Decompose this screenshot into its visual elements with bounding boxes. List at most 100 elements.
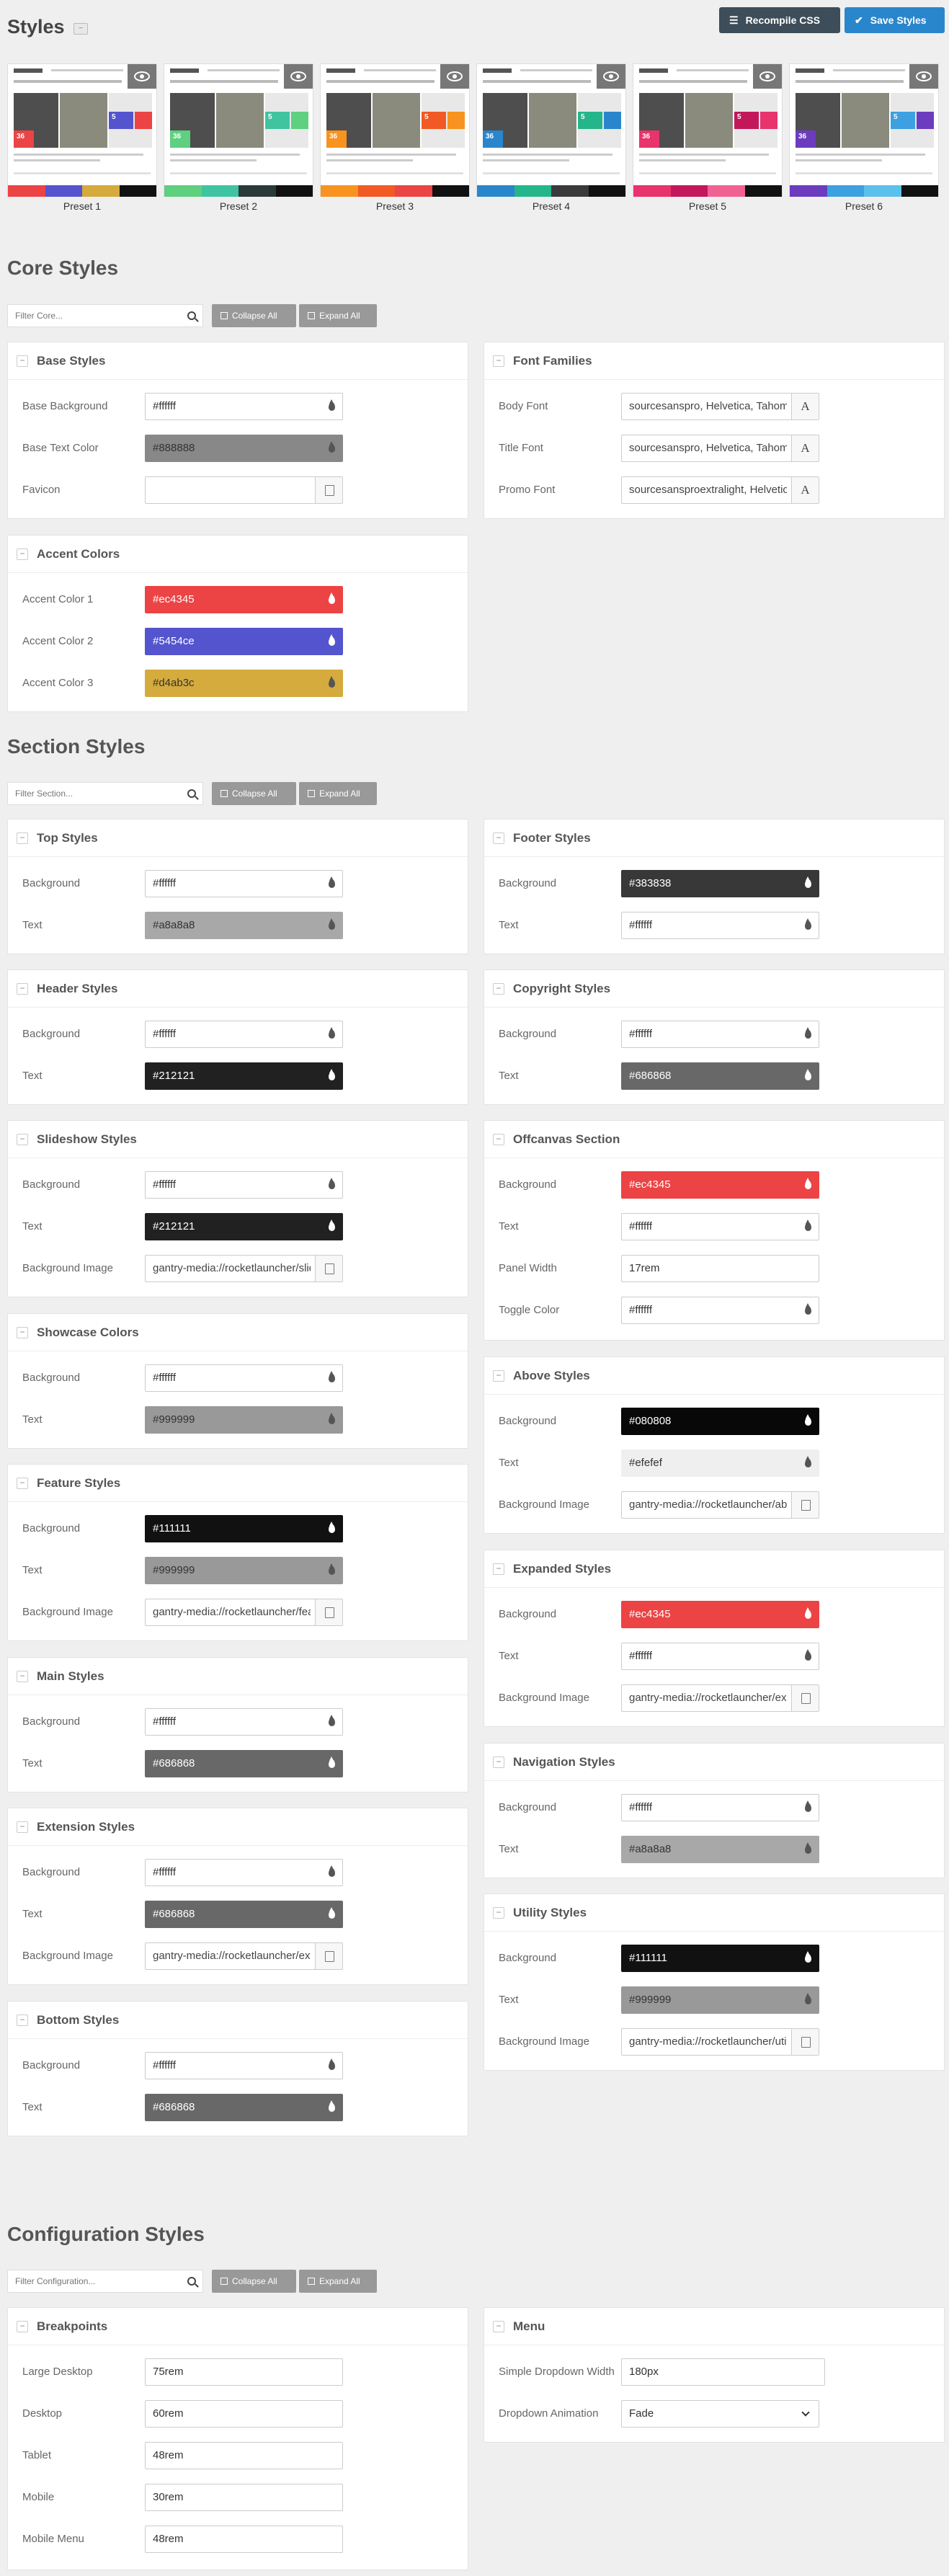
collapse-icon[interactable]: −: [493, 1563, 504, 1575]
collapse-icon[interactable]: −: [17, 1478, 28, 1489]
preset-thumbnail[interactable]: 36 5: [789, 63, 939, 197]
color-drop-icon[interactable]: [805, 1027, 811, 1039]
color-picker[interactable]: #efefef: [621, 1449, 819, 1477]
recompile-css-button[interactable]: ☰ Recompile CSS: [719, 7, 840, 33]
text-input[interactable]: 75rem: [145, 2358, 343, 2386]
core-collapse-all-button[interactable]: Collapse All: [212, 304, 296, 327]
font-picker[interactable]: sourcesanspro, Helvetica, Tahoma, Geneva…: [621, 393, 819, 420]
color-drop-icon[interactable]: [805, 876, 811, 888]
filter-configuration-input[interactable]: [8, 2270, 179, 2292]
font-picker[interactable]: sourcesanspro, Helvetica, Tahoma, Geneva…: [621, 435, 819, 462]
color-picker[interactable]: #ffffff: [145, 1364, 343, 1392]
panel-header[interactable]: − Main Styles: [8, 1658, 468, 1695]
color-picker[interactable]: #ffffff: [621, 912, 819, 939]
color-picker[interactable]: #ffffff: [145, 870, 343, 897]
section-collapse-all-button[interactable]: Collapse All: [212, 782, 296, 805]
search-icon[interactable]: [187, 311, 196, 320]
image-icon[interactable]: [315, 1943, 342, 1969]
color-drop-icon[interactable]: [805, 1456, 811, 1467]
collapse-icon[interactable]: −: [17, 2321, 28, 2332]
image-picker[interactable]: gantry-media://rocketlauncher/expanded/b…: [621, 1684, 819, 1712]
color-drop-icon[interactable]: [329, 2100, 335, 2112]
color-drop-icon[interactable]: [329, 1371, 335, 1382]
dropdown-animation-select[interactable]: Fade: [621, 2400, 819, 2428]
text-input[interactable]: 48rem: [145, 2442, 343, 2469]
color-drop-icon[interactable]: [329, 2058, 335, 2070]
color-picker[interactable]: #383838: [621, 870, 819, 897]
color-drop-icon[interactable]: [805, 1993, 811, 2004]
panel-header[interactable]: − Feature Styles: [8, 1465, 468, 1502]
font-picker[interactable]: sourcesansproextralight, Helvetica, Taho…: [621, 476, 819, 504]
color-picker[interactable]: #d4ab3c: [145, 670, 343, 697]
preset-6[interactable]: 36 5 Preset 6: [789, 63, 939, 223]
collapse-icon[interactable]: −: [17, 1134, 28, 1145]
font-icon[interactable]: A: [791, 394, 819, 419]
color-picker[interactable]: #111111: [145, 1515, 343, 1542]
preset-2[interactable]: 36 5 Preset 2: [164, 63, 313, 223]
panel-header[interactable]: − Footer Styles: [484, 820, 944, 857]
image-picker[interactable]: gantry-media://rocketlauncher/slideshow/…: [145, 1255, 343, 1282]
image-icon[interactable]: [315, 1599, 342, 1625]
collapse-toggle[interactable]: −: [73, 23, 88, 35]
preset-thumbnail[interactable]: 36 5: [7, 63, 157, 197]
collapse-icon[interactable]: −: [493, 355, 504, 367]
image-icon[interactable]: [791, 1685, 819, 1711]
color-picker[interactable]: #ffffff: [145, 393, 343, 420]
color-drop-icon[interactable]: [329, 1756, 335, 1768]
color-drop-icon[interactable]: [329, 1907, 335, 1919]
core-expand-all-button[interactable]: Expand All: [299, 304, 377, 327]
color-picker[interactable]: #999999: [145, 1557, 343, 1584]
panel-header[interactable]: − Expanded Styles: [484, 1550, 944, 1588]
config-expand-all-button[interactable]: Expand All: [299, 2270, 377, 2293]
filter-core-input[interactable]: [8, 305, 179, 327]
panel-header[interactable]: − Accent Colors: [8, 536, 468, 573]
color-drop-icon[interactable]: [805, 1842, 811, 1854]
preset-1[interactable]: 36 5 Preset 1: [7, 63, 157, 223]
collapse-icon[interactable]: −: [493, 1756, 504, 1768]
panel-header[interactable]: − Bottom Styles: [8, 2002, 468, 2039]
preset-thumbnail[interactable]: 36 5: [476, 63, 626, 197]
color-picker[interactable]: #ffffff: [145, 1021, 343, 1048]
config-collapse-all-button[interactable]: Collapse All: [212, 2270, 296, 2293]
filter-core[interactable]: [7, 304, 203, 327]
image-icon[interactable]: [315, 477, 342, 503]
collapse-icon[interactable]: −: [17, 1671, 28, 1682]
color-drop-icon[interactable]: [329, 634, 335, 646]
color-drop-icon[interactable]: [805, 1800, 811, 1812]
color-picker[interactable]: #999999: [145, 1406, 343, 1434]
color-drop-icon[interactable]: [329, 1522, 335, 1533]
panel-header[interactable]: − Base Styles: [8, 342, 468, 380]
color-drop-icon[interactable]: [805, 1414, 811, 1426]
color-drop-icon[interactable]: [805, 1951, 811, 1963]
color-drop-icon[interactable]: [329, 1413, 335, 1424]
preview-button[interactable]: [281, 64, 313, 92]
color-picker[interactable]: #212121: [145, 1213, 343, 1240]
color-drop-icon[interactable]: [329, 441, 335, 453]
color-drop-icon[interactable]: [329, 676, 335, 688]
color-drop-icon[interactable]: [805, 918, 811, 930]
preview-button[interactable]: [750, 64, 782, 92]
preview-button[interactable]: [594, 64, 625, 92]
panel-header[interactable]: − Font Families: [484, 342, 944, 380]
color-drop-icon[interactable]: [805, 1607, 811, 1619]
color-drop-icon[interactable]: [805, 1178, 811, 1189]
color-picker[interactable]: #ec4345: [621, 1601, 819, 1628]
collapse-icon[interactable]: −: [17, 548, 28, 560]
color-picker[interactable]: #ffffff: [621, 1297, 819, 1324]
image-picker[interactable]: gantry-media://rocketlauncher/utility/bg…: [621, 2028, 819, 2056]
collapse-icon[interactable]: −: [17, 1327, 28, 1338]
color-picker[interactable]: #888888: [145, 435, 343, 462]
preset-thumbnail[interactable]: 36 5: [633, 63, 783, 197]
color-picker[interactable]: #5454ce: [145, 628, 343, 655]
image-icon[interactable]: [791, 1492, 819, 1518]
color-drop-icon[interactable]: [329, 1069, 335, 1080]
preset-thumbnail[interactable]: 36 5: [320, 63, 470, 197]
color-picker[interactable]: #111111: [621, 1945, 819, 1972]
color-picker[interactable]: #686868: [145, 2094, 343, 2121]
text-input[interactable]: 30rem: [145, 2484, 343, 2511]
color-picker[interactable]: #ffffff: [621, 1213, 819, 1240]
color-drop-icon[interactable]: [329, 1178, 335, 1189]
image-picker[interactable]: gantry-media://rocketlauncher/above/bg.j…: [621, 1491, 819, 1519]
color-picker[interactable]: #080808: [621, 1408, 819, 1435]
image-picker[interactable]: gantry-media://rocketlauncher/feature/bg…: [145, 1599, 343, 1626]
